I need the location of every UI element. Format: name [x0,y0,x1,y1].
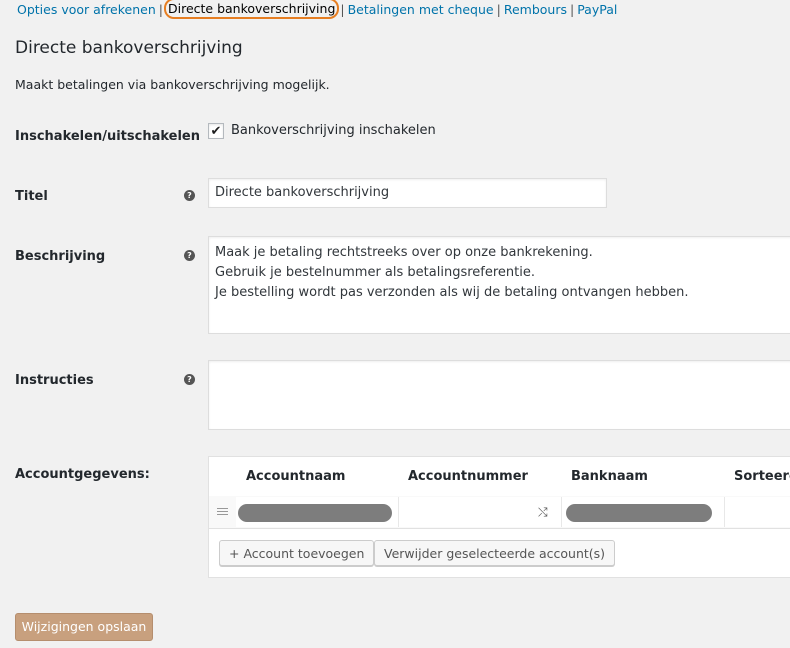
bank-name-cell[interactable] [562,497,725,527]
section-nav: Opties voor afrekenen | Directe bankoversc… [17,0,617,20]
nav-link-cod[interactable]: Rembours [504,2,567,17]
nav-link-checkout-options[interactable]: Opties voor afrekenen [17,2,156,17]
column-header-bank-name: Banknaam [571,469,648,484]
nav-current-highlight: Directe bankoverschrijving [163,0,340,19]
redacted-value [566,504,712,522]
save-button[interactable]: Wijzigingen opslaan [15,613,153,641]
nav-link-paypal[interactable]: PayPal [577,2,617,17]
nav-separator: | [158,2,163,17]
page-title: Directe bankoverschrijving [15,38,243,58]
accounts-table-header: Accountnaam Accountnummer Banknaam Sorte… [209,457,790,497]
remove-accounts-button[interactable]: Verwijder geselecteerde account(s) [374,540,616,566]
drag-handle-icon[interactable] [217,506,228,517]
accounts-label: Accountgegevens: [15,467,150,482]
description-textarea[interactable]: Maak je betaling rechtstreeks over op on… [208,236,790,334]
accounts-table: Accountnaam Accountnummer Banknaam Sorte… [208,456,790,578]
mouse-cursor-icon: ⤭ [538,505,548,519]
instructions-label: Instructies [15,373,94,388]
column-header-account-name: Accountnaam [246,469,346,484]
help-icon[interactable]: ? [184,374,195,385]
instructions-textarea[interactable] [208,360,790,430]
sort-code-cell[interactable] [725,497,790,527]
add-account-button[interactable]: + Account toevoegen [219,540,375,566]
help-icon[interactable]: ? [184,190,195,201]
nav-separator: | [340,2,345,17]
nav-separator: | [569,2,575,17]
column-header-account-number: Accountnummer [408,469,528,484]
title-label: Titel [15,189,48,204]
enable-label: Inschakelen/uitschakelen [15,129,200,144]
description-label: Beschrijving [15,249,106,264]
title-input[interactable]: Directe bankoverschrijving [208,178,607,208]
page-description: Maakt betalingen via bankoverschrijving … [15,77,330,92]
enable-checkbox[interactable]: ✔ [208,123,224,139]
help-icon[interactable]: ? [184,250,195,261]
nav-link-cheque[interactable]: Betalingen met cheque [348,2,494,17]
checkmark-icon: ✔ [210,123,222,139]
account-row[interactable] [209,496,790,529]
nav-link-bank-transfer[interactable]: Directe bankoverschrijving [168,1,335,16]
column-header-sort-code: Sorteerco [734,469,790,484]
nav-separator: | [496,2,501,17]
account-name-cell[interactable] [236,497,399,527]
enable-checkbox-label[interactable]: Bankoverschrijving inschakelen [231,123,436,138]
redacted-value [238,504,392,522]
